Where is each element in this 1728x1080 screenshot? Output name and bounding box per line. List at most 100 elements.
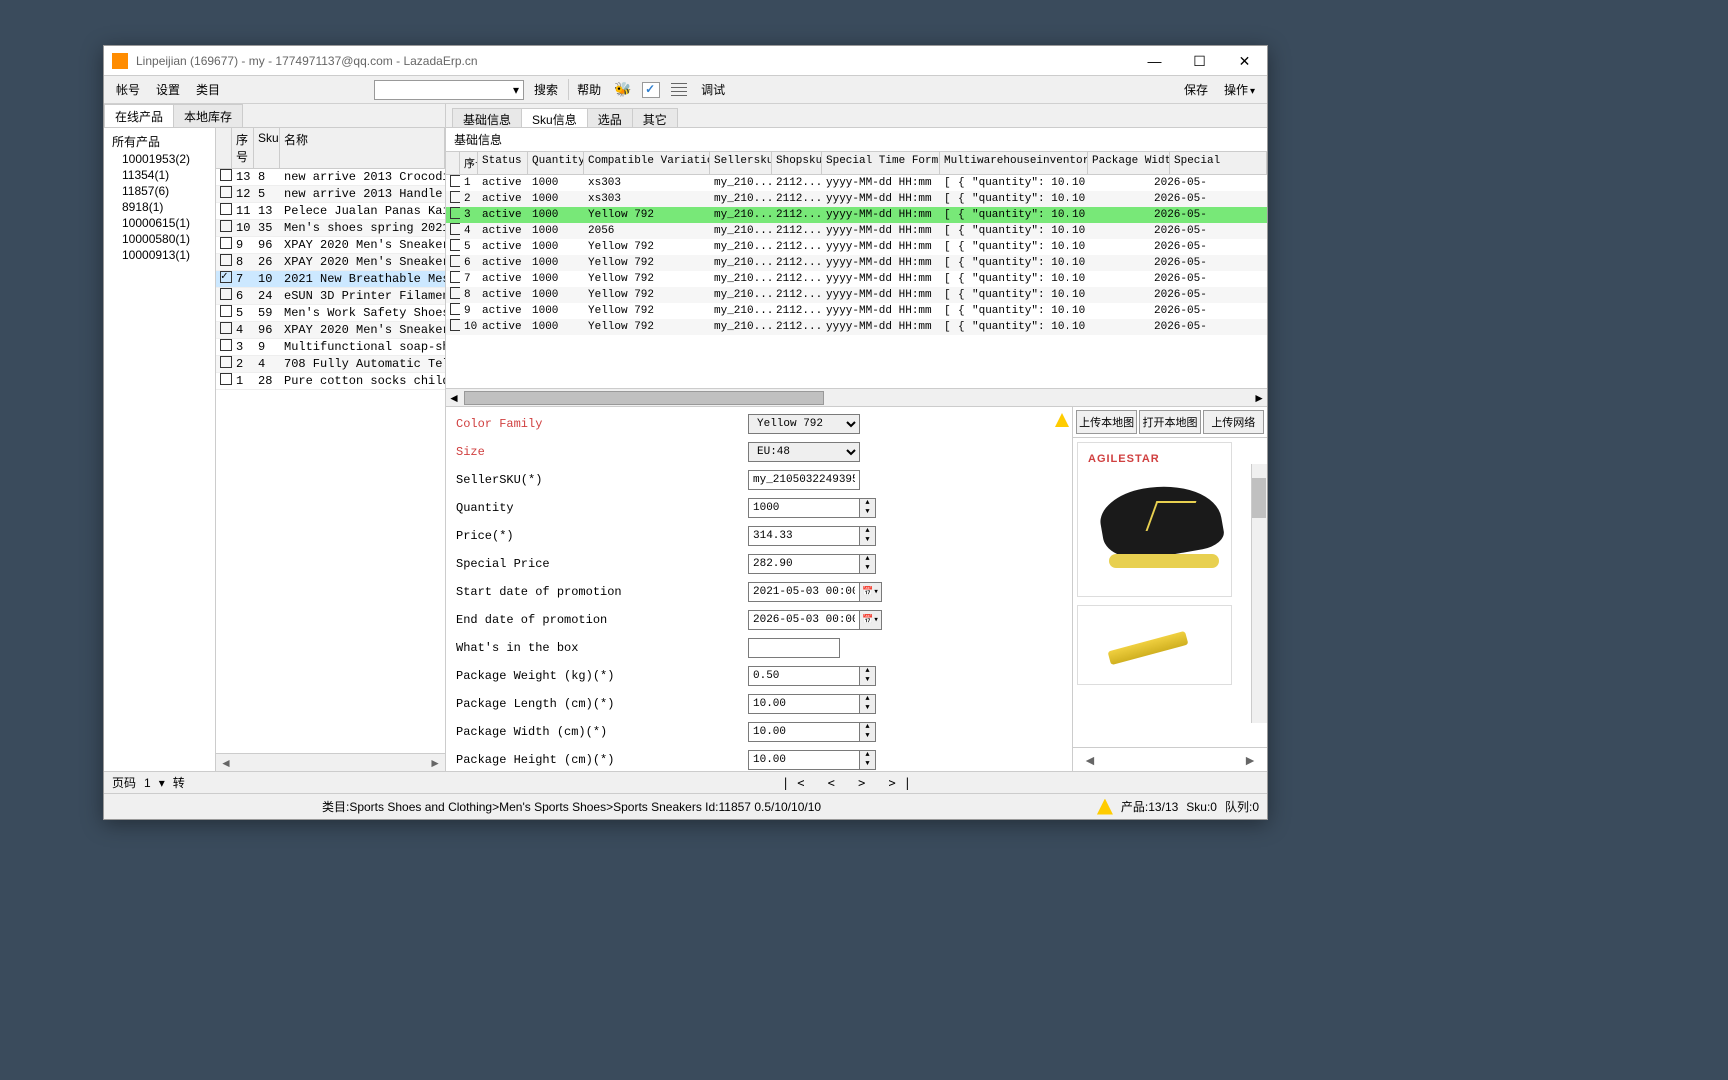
- spinner-pkg-length[interactable]: ▲▼: [860, 694, 876, 714]
- product-row[interactable]: 496XPAY 2020 Men's Sneakers: [216, 322, 445, 339]
- product-row[interactable]: 826XPAY 2020 Men's Sneakers: [216, 254, 445, 271]
- product-row[interactable]: 7102021 New Breathable Mesh: [216, 271, 445, 288]
- product-row[interactable]: 138new arrive 2013 Crocodil: [216, 169, 445, 186]
- sku-row[interactable]: 9active1000Yellow 792my_210...2112...yyy…: [446, 303, 1267, 319]
- col-shopsku[interactable]: Shopsku: [772, 152, 822, 174]
- pager-goto[interactable]: 转: [173, 774, 185, 791]
- row-checkbox[interactable]: [220, 322, 232, 334]
- col-index[interactable]: 序号: [232, 128, 254, 168]
- upload-net-button[interactable]: 上传网络: [1203, 410, 1264, 434]
- close-button[interactable]: ✕: [1222, 46, 1267, 76]
- upload-local-button[interactable]: 上传本地图: [1076, 410, 1137, 434]
- row-checkbox[interactable]: [220, 254, 232, 266]
- search-dropdown[interactable]: ▾: [374, 80, 524, 100]
- menu-operations[interactable]: 操作: [1218, 79, 1261, 100]
- pager-nav-buttons[interactable]: |< < > >|: [782, 776, 919, 790]
- col-multiwarehouse[interactable]: Multiwarehouseinventories: [940, 152, 1088, 174]
- row-checkbox[interactable]: [220, 220, 232, 232]
- product-row[interactable]: 1113Pelece Jualan Panas Kain: [216, 203, 445, 220]
- col-sellersku[interactable]: Sellersku: [710, 152, 772, 174]
- tab-local-stock[interactable]: 本地库存: [173, 104, 243, 127]
- row-checkbox[interactable]: [220, 271, 232, 283]
- input-pkg-length[interactable]: [748, 694, 860, 714]
- tree-node[interactable]: 10000913(1): [106, 247, 213, 263]
- product-row[interactable]: 559Men's Work Safety Shoes: [216, 305, 445, 322]
- row-checkbox[interactable]: [220, 373, 232, 385]
- sku-checkbox[interactable]: [450, 319, 460, 331]
- row-checkbox[interactable]: [220, 169, 232, 181]
- checkbox-tool-icon[interactable]: [639, 79, 663, 101]
- image-vscroll[interactable]: [1251, 464, 1267, 723]
- product-row[interactable]: 996XPAY 2020 Men's Sneakers: [216, 237, 445, 254]
- product-row[interactable]: 24708 Fully Automatic Tele: [216, 356, 445, 373]
- input-whats-in-box[interactable]: [748, 638, 840, 658]
- menu-settings[interactable]: 设置: [150, 79, 186, 100]
- col-sku[interactable]: Sku: [254, 128, 280, 168]
- col-status[interactable]: Status: [478, 152, 528, 174]
- tree-node[interactable]: 10000580(1): [106, 231, 213, 247]
- tree-node[interactable]: 10000615(1): [106, 215, 213, 231]
- product-image-1[interactable]: AGILESTAR: [1077, 442, 1232, 597]
- menu-account[interactable]: 帐号: [110, 79, 146, 100]
- sku-grid-hscroll[interactable]: ◄►: [446, 388, 1267, 406]
- right-tab[interactable]: 选品: [587, 108, 633, 127]
- tab-online-products[interactable]: 在线产品: [104, 104, 174, 127]
- col-compatible[interactable]: Compatible Variation: [584, 152, 710, 174]
- spinner-quantity[interactable]: ▲▼: [860, 498, 876, 518]
- menu-search[interactable]: 搜索: [528, 79, 564, 100]
- product-image-2[interactable]: [1077, 605, 1232, 685]
- tree-node[interactable]: 11857(6): [106, 183, 213, 199]
- sku-checkbox[interactable]: [450, 303, 460, 315]
- bee-icon[interactable]: 🐝: [611, 79, 635, 101]
- right-tab[interactable]: Sku信息: [521, 108, 588, 127]
- spinner-special-price[interactable]: ▲▼: [860, 554, 876, 574]
- input-special-price[interactable]: [748, 554, 860, 574]
- product-row[interactable]: 125new arrive 2013 Handle H: [216, 186, 445, 203]
- open-local-button[interactable]: 打开本地图: [1139, 410, 1200, 434]
- input-pkg-height[interactable]: [748, 750, 860, 770]
- input-end-date[interactable]: [748, 610, 860, 630]
- list-tool-icon[interactable]: [667, 79, 691, 101]
- sku-checkbox[interactable]: [450, 207, 460, 219]
- menu-category[interactable]: 类目: [190, 79, 226, 100]
- select-color-family[interactable]: Yellow 792: [748, 414, 860, 434]
- col-timeformat[interactable]: Special Time Format: [822, 152, 940, 174]
- calendar-end-icon[interactable]: 📅▾: [860, 610, 882, 630]
- row-checkbox[interactable]: [220, 356, 232, 368]
- minimize-button[interactable]: —: [1132, 46, 1177, 76]
- input-sellersku[interactable]: [748, 470, 860, 490]
- sku-checkbox[interactable]: [450, 239, 460, 251]
- sku-row[interactable]: 6active1000Yellow 792my_210...2112...yyy…: [446, 255, 1267, 271]
- sku-checkbox[interactable]: [450, 255, 460, 267]
- calendar-start-icon[interactable]: 📅▾: [860, 582, 882, 602]
- input-pkg-width[interactable]: [748, 722, 860, 742]
- product-row[interactable]: 39Multifunctional soap-sho: [216, 339, 445, 356]
- input-price[interactable]: [748, 526, 860, 546]
- product-row[interactable]: 624eSUN 3D Printer Filament: [216, 288, 445, 305]
- input-start-date[interactable]: [748, 582, 860, 602]
- tree-node[interactable]: 所有产品: [106, 132, 213, 151]
- right-tab[interactable]: 基础信息: [452, 108, 522, 127]
- col-special[interactable]: Special: [1170, 152, 1267, 174]
- row-checkbox[interactable]: [220, 305, 232, 317]
- product-row[interactable]: 1035Men's shoes spring 2021: [216, 220, 445, 237]
- spinner-price[interactable]: ▲▼: [860, 526, 876, 546]
- image-next-button[interactable]: ►: [1243, 752, 1257, 768]
- maximize-button[interactable]: ☐: [1177, 46, 1222, 76]
- row-checkbox[interactable]: [220, 288, 232, 300]
- sku-row[interactable]: 5active1000Yellow 792my_210...2112...yyy…: [446, 239, 1267, 255]
- product-list-hscroll[interactable]: ◄►: [216, 753, 445, 771]
- sku-checkbox[interactable]: [450, 175, 460, 187]
- product-row[interactable]: 128Pure cotton socks child:: [216, 373, 445, 390]
- tree-node[interactable]: 8918(1): [106, 199, 213, 215]
- sku-checkbox[interactable]: [450, 191, 460, 203]
- col-pkgwidth[interactable]: Package Width: [1088, 152, 1170, 174]
- input-pkg-weight[interactable]: [748, 666, 860, 686]
- sku-row[interactable]: 8active1000Yellow 792my_210...2112...yyy…: [446, 287, 1267, 303]
- sku-checkbox[interactable]: [450, 223, 460, 235]
- menu-save[interactable]: 保存: [1178, 79, 1214, 100]
- tree-node[interactable]: 10001953(2): [106, 151, 213, 167]
- row-checkbox[interactable]: [220, 203, 232, 215]
- row-checkbox[interactable]: [220, 186, 232, 198]
- image-prev-button[interactable]: ◄: [1083, 752, 1097, 768]
